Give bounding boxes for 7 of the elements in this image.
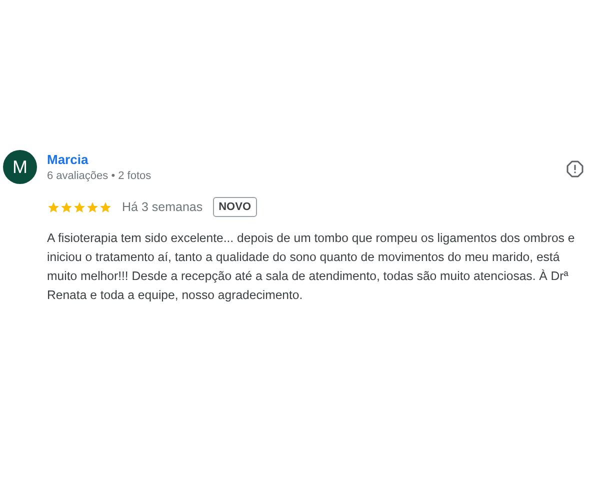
report-icon[interactable] <box>566 160 584 178</box>
new-badge: NOVO <box>212 197 258 217</box>
review-time: Há 3 semanas <box>122 200 203 214</box>
author-name[interactable]: Marcia <box>47 152 152 167</box>
avatar: M <box>3 150 37 184</box>
author-meta: 6 avaliações • 2 fotos <box>47 170 152 182</box>
review-text: A fisioterapia tem sido excelente... depois de um tombo que rompeu os ligamentos dos ombros e iniciou o tratamento aí, tanto a qualidade do sono quanto de movimentos do meu marido, está muito melhor!!! Desde a recepção até a sala de atendimento, todas são muito atenciosas. À Drª Renata e toda a equipe, nosso agradecimento. <box>47 230 576 304</box>
